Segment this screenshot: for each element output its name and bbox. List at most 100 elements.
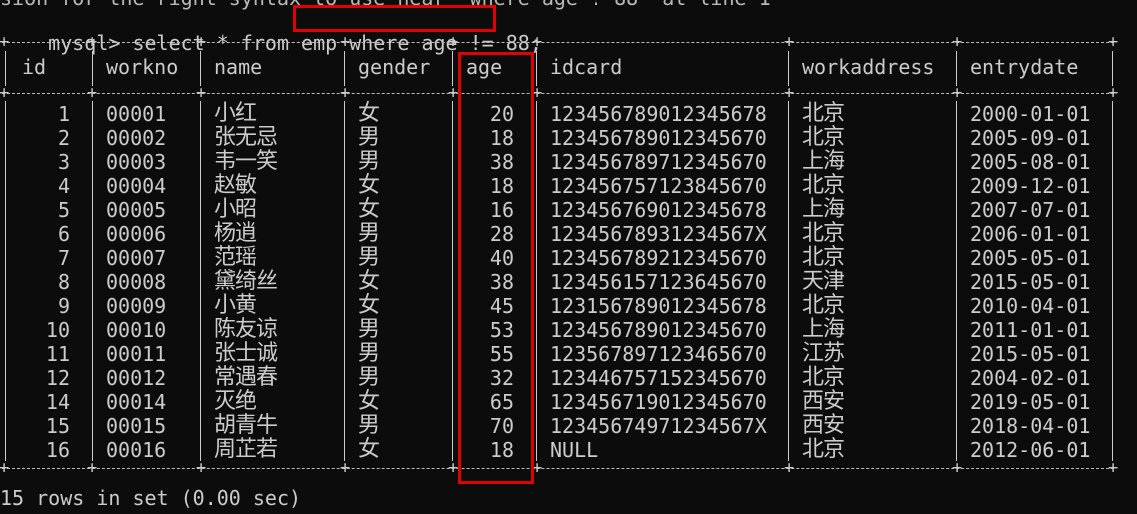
table-divider-plus: + xyxy=(952,83,963,103)
table-row: 3 00003 韦一笑 男 38 123456789712345670 上海 2005-08-… xyxy=(0,149,1137,175)
table-cell-workno: 00006 xyxy=(106,222,167,246)
table-divider-plus: + xyxy=(952,458,963,478)
table-cell-workno: 00015 xyxy=(106,414,167,438)
table-corner-plus: + xyxy=(1108,458,1119,478)
terminal-window: sion for the right syntax to use near 'w… xyxy=(0,0,1137,514)
table-cell-id: 7 xyxy=(57,246,70,270)
table-cell-id: 10 xyxy=(45,318,70,342)
table-cell-name: 小黄 xyxy=(214,293,257,318)
table-cell-workno: 00014 xyxy=(106,390,167,414)
table-cell-age: 18 xyxy=(489,126,514,150)
table-cell-age: 55 xyxy=(489,342,514,366)
table-cell-workno: 00005 xyxy=(106,198,167,222)
table-cell-gender: 男 xyxy=(358,149,380,174)
table-cell-entrydate: 2006-01-01 xyxy=(970,222,1091,246)
table-row: 8 00008 黛绮丝 女 38 123456157123645670 天津 2015-05-… xyxy=(0,269,1137,295)
table-cell-workaddress: 上海 xyxy=(802,317,845,342)
table-divider-plus: + xyxy=(448,458,459,478)
table-cell-age: 45 xyxy=(489,294,514,318)
table-cell-age: 16 xyxy=(489,198,514,222)
table-cell-id: 6 xyxy=(57,222,70,246)
table-divider-plus: + xyxy=(784,83,795,103)
table-cell-workaddress: 上海 xyxy=(802,149,845,174)
table-column-border xyxy=(5,51,6,86)
table-cell-age: 53 xyxy=(489,318,514,342)
table-cell-idcard: 12345678931234567X xyxy=(550,222,767,246)
table-cell-workaddress: 江苏 xyxy=(802,341,845,366)
table-cell-workno: 00004 xyxy=(106,174,167,198)
column-header-workaddress: workaddress xyxy=(802,55,935,79)
table-cell-entrydate: 2015-05-01 xyxy=(970,270,1091,294)
table-divider-plus: + xyxy=(532,458,543,478)
column-header-age: age xyxy=(466,55,503,79)
table-cell-idcard: 123567897123465670 xyxy=(550,342,767,366)
table-cell-idcard: 123156789012345678 xyxy=(550,294,767,318)
table-cell-age: 18 xyxy=(489,174,514,198)
table-divider-plus: + xyxy=(784,32,795,52)
table-divider-plus: + xyxy=(196,83,207,103)
table-cell-idcard: 123456769012345678 xyxy=(550,198,767,222)
table-row: 5 00005 小昭 女 16 123456769012345678 上海 2007-07-0… xyxy=(0,197,1137,223)
table-cell-workaddress: 北京 xyxy=(802,365,845,390)
table-cell-workaddress: 北京 xyxy=(802,245,845,270)
column-header-idcard: idcard xyxy=(550,55,623,79)
table-cell-idcard: NULL xyxy=(550,438,599,462)
table-divider-plus: + xyxy=(196,458,207,478)
table-cell-entrydate: 2010-04-01 xyxy=(970,294,1091,318)
table-row: 2 00002 张无忌 男 18 123456789012345670 北京 2005-09-… xyxy=(0,126,1137,151)
table-column-border xyxy=(1112,51,1113,86)
table-cell-entrydate: 2005-09-01 xyxy=(970,126,1091,150)
table-column-border xyxy=(200,51,201,86)
table-cell-id: 4 xyxy=(57,174,70,198)
table-cell-idcard: 123456789212345670 xyxy=(550,246,767,270)
table-row: 12 00012 常遇春 男 32 123446757152345670 北京 2004-02… xyxy=(0,365,1137,391)
table-top-border xyxy=(2,42,1114,43)
table-corner-plus: + xyxy=(0,83,10,103)
table-cell-idcard: 123456757123845670 xyxy=(550,174,767,198)
table-row: 15 00015 胡青牛 男 70 12345674971234567X 西安 2018-04… xyxy=(0,413,1137,439)
column-header-id: id xyxy=(22,55,47,79)
result-status-line: 15 rows in set (0.00 sec) xyxy=(0,486,302,510)
table-row: 16 00016 周芷若 女 18 NULL 北京 2012-06-01 xyxy=(0,437,1137,463)
table-cell-workno: 00010 xyxy=(106,318,167,342)
table-cell-workaddress: 西安 xyxy=(802,413,845,438)
table-cell-name: 周芷若 xyxy=(214,437,278,462)
table-cell-name: 陈友谅 xyxy=(214,317,278,342)
table-cell-name: 胡青牛 xyxy=(214,413,278,438)
table-cell-name: 黛绮丝 xyxy=(214,269,278,294)
table-divider-plus: + xyxy=(448,83,459,103)
table-cell-entrydate: 2011-01-01 xyxy=(970,318,1091,342)
table-cell-entrydate: 2018-04-01 xyxy=(970,414,1091,438)
table-cell-name: 小昭 xyxy=(214,197,257,222)
table-cell-age: 20 xyxy=(489,102,514,126)
table-cell-name: 韦一笑 xyxy=(214,149,278,174)
table-cell-workaddress: 北京 xyxy=(802,101,845,126)
table-cell-gender: 男 xyxy=(358,413,380,438)
table-cell-workno: 00001 xyxy=(106,102,167,126)
table-cell-workaddress: 北京 xyxy=(802,221,845,246)
table-cell-idcard: 123456789012345670 xyxy=(550,318,767,342)
table-cell-gender: 女 xyxy=(358,101,380,126)
table-cell-entrydate: 2000-01-01 xyxy=(970,102,1091,126)
table-cell-idcard: 123456789012345670 xyxy=(550,126,767,150)
table-divider-plus: + xyxy=(784,458,795,478)
table-column-border xyxy=(344,51,345,86)
table-cell-workaddress: 北京 xyxy=(802,173,845,198)
table-cell-workno: 00012 xyxy=(106,366,167,390)
table-corner-plus: + xyxy=(1108,83,1119,103)
table-cell-entrydate: 2007-07-01 xyxy=(970,198,1091,222)
table-cell-id: 3 xyxy=(57,150,70,174)
table-header-divider xyxy=(2,93,1114,94)
table-column-border xyxy=(788,51,789,86)
table-cell-workaddress: 西安 xyxy=(802,389,845,414)
table-cell-gender: 男 xyxy=(358,365,380,390)
table-cell-age: 65 xyxy=(489,390,514,414)
table-cell-workno: 00016 xyxy=(106,438,167,462)
table-cell-workaddress: 北京 xyxy=(802,437,845,462)
table-cell-name: 杨逍 xyxy=(214,221,257,246)
table-divider-plus: + xyxy=(340,458,351,478)
table-cell-age: 28 xyxy=(489,222,514,246)
table-cell-idcard: 123456719012345670 xyxy=(550,390,767,414)
table-bottom-border xyxy=(2,468,1114,469)
table-cell-gender: 男 xyxy=(358,341,380,366)
